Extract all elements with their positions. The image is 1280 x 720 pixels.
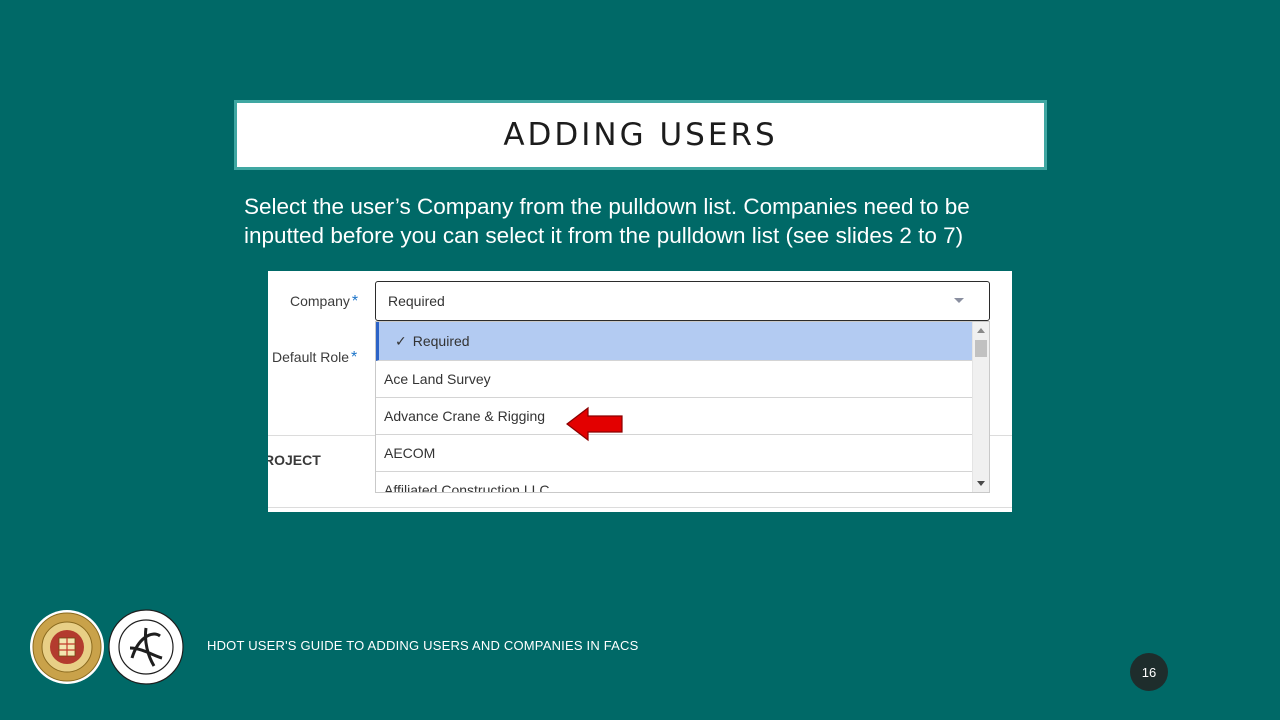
form-screenshot: Company * Default Role * Required ROJECT ✓…	[268, 271, 1012, 512]
slide-title: ADDING USERS	[503, 117, 778, 153]
dropdown-option-aecom[interactable]: AECOM	[376, 435, 973, 472]
company-label: Company *	[290, 293, 358, 311]
section-divider	[268, 507, 1012, 508]
scroll-down-icon[interactable]	[977, 481, 985, 486]
company-select[interactable]: Required	[375, 281, 990, 321]
checkmark-icon: ✓	[395, 332, 407, 349]
option-label: Ace Land Survey	[384, 371, 491, 387]
dropdown-option-required[interactable]: ✓ Required	[376, 322, 973, 361]
red-left-arrow-icon	[566, 406, 623, 442]
company-select-value: Required	[388, 293, 445, 309]
company-dropdown-list[interactable]: ✓ Required Ace Land Survey Advance Crane…	[375, 321, 990, 493]
option-label: Required	[412, 333, 470, 349]
instruction-text: Select the user’s Company from the pulld…	[244, 194, 970, 248]
dropdown-option-ace-land-survey[interactable]: Ace Land Survey	[376, 361, 973, 398]
dropdown-option-affiliated-construction[interactable]: Affiliated Construction LLC	[376, 472, 973, 493]
required-star: *	[351, 349, 358, 366]
dropdown-scrollbar[interactable]	[972, 322, 989, 492]
slide-title-box: ADDING USERS	[234, 100, 1047, 170]
option-label: AECOM	[384, 445, 436, 461]
scroll-up-icon[interactable]	[977, 328, 985, 333]
default-role-label-text: Default Role	[272, 349, 350, 365]
scrollbar-thumb[interactable]	[975, 340, 987, 357]
option-label: Advance Crane & Rigging	[384, 408, 546, 424]
page-number-badge: 16	[1130, 653, 1168, 691]
chevron-down-icon[interactable]	[954, 298, 964, 303]
dropdown-option-advance-crane-rigging[interactable]: Advance Crane & Rigging	[376, 398, 973, 435]
company-label-text: Company	[290, 293, 350, 309]
default-role-label: Default Role *	[272, 349, 357, 367]
project-section-label: ROJECT	[268, 452, 321, 468]
department-of-transportation-seal-icon	[108, 609, 184, 685]
footer-text: HDOT USER'S GUIDE TO ADDING USERS AND CO…	[207, 638, 639, 653]
required-star: *	[351, 293, 359, 310]
state-of-hawaii-seal-icon	[30, 610, 104, 684]
option-label: Affiliated Construction LLC	[384, 482, 550, 493]
